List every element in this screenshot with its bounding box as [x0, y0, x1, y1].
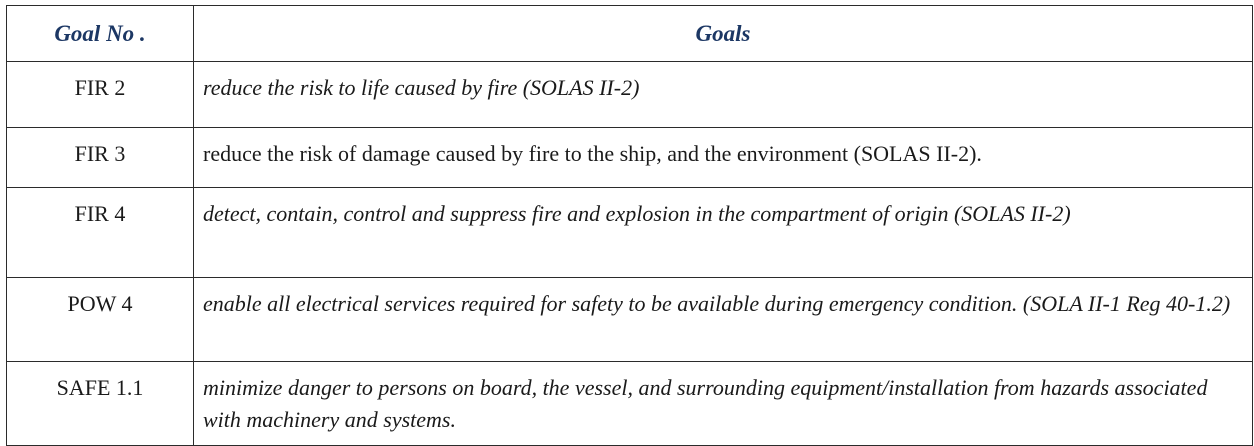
goal-description-cell: enable all electrical services required … [193, 277, 1253, 362]
table-header-row: Goal No . Goals [6, 5, 1253, 62]
table-row: FIR 4 detect, contain, control and suppr… [6, 187, 1253, 278]
goal-number-cell: FIR 4 [6, 187, 194, 278]
goal-description-cell: minimize danger to persons on board, the… [193, 361, 1253, 446]
goals-table: Goal No . Goals FIR 2 reduce the risk to… [6, 5, 1253, 446]
header-goal-no: Goal No . [6, 5, 194, 62]
goal-description-cell: reduce the risk to life caused by fire (… [193, 61, 1253, 128]
goal-description-cell: detect, contain, control and suppress fi… [193, 187, 1253, 278]
goal-number-cell: POW 4 [6, 277, 194, 362]
table-row: FIR 3 reduce the risk of damage caused b… [6, 127, 1253, 188]
table-row: FIR 2 reduce the risk to life caused by … [6, 61, 1253, 128]
table-row: POW 4 enable all electrical services req… [6, 277, 1253, 362]
table-row: SAFE 1.1 minimize danger to persons on b… [6, 361, 1253, 446]
goal-description-cell: reduce the risk of damage caused by fire… [193, 127, 1253, 188]
goal-number-cell: FIR 2 [6, 61, 194, 128]
goal-number-cell: FIR 3 [6, 127, 194, 188]
goal-number-cell: SAFE 1.1 [6, 361, 194, 446]
header-goals: Goals [193, 5, 1253, 62]
